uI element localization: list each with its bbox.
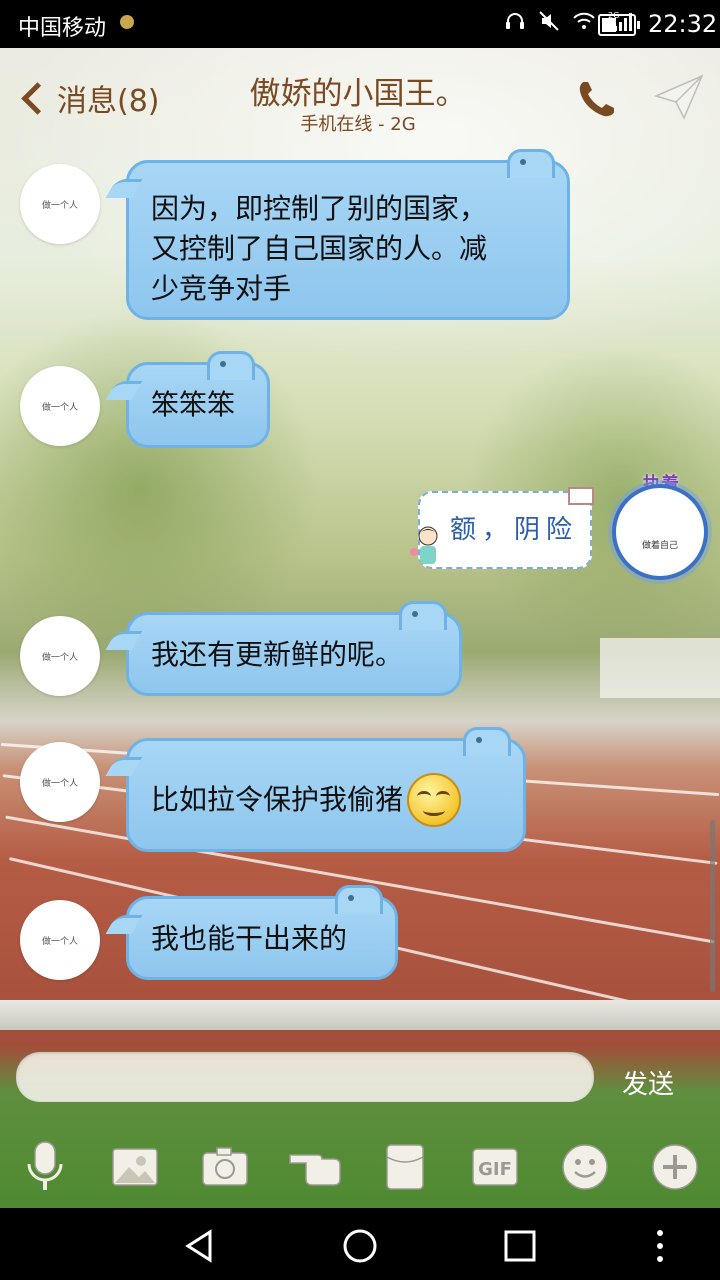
status-bar: 中国移动 2G 22:32 (0, 0, 720, 48)
carrier-name: 中国移动 (18, 16, 107, 41)
camera-icon[interactable] (198, 1140, 252, 1194)
plus-icon[interactable] (648, 1140, 702, 1194)
message-line: 我也能干出来的 (151, 922, 348, 955)
chat-header: 消息(8) 傲娇的小国王。 手机在线 - 2G (0, 48, 720, 148)
avatar-text: 做一个人 (41, 402, 78, 413)
smirk-face-icon (407, 773, 462, 827)
microphone-icon[interactable] (18, 1140, 72, 1194)
battery-icon (598, 14, 640, 36)
contact-avatar[interactable]: 做一个人 (20, 616, 100, 696)
envelope-icon (568, 487, 594, 505)
avatar-text: 做一个人 (41, 652, 78, 663)
my-avatar[interactable]: 做着自己 (612, 484, 708, 580)
wifi-icon (573, 12, 595, 29)
message-bubble[interactable]: 笨笨笨 (105, 351, 270, 448)
gif-label: GIF (478, 1159, 512, 1180)
message-input[interactable] (16, 1052, 594, 1102)
curb (0, 1000, 720, 1030)
contact-avatar[interactable]: 做一个人 (20, 742, 100, 822)
contact-avatar[interactable]: 做一个人 (20, 900, 100, 980)
avatar-text: 做一个人 (41, 200, 78, 211)
message-bubble[interactable]: 我也能干出来的 (105, 885, 398, 980)
message-line: 额，阴险 (450, 515, 579, 545)
send-file-icon[interactable] (652, 72, 706, 122)
avatar-text: 做着自己 (641, 541, 678, 551)
bubble-ears (507, 149, 555, 178)
bubble-ears (335, 885, 383, 914)
building (600, 638, 720, 698)
message-line: 我还有更新鲜的呢。 (151, 638, 404, 671)
message-bubble[interactable]: 比如拉令保护我偷猪 (105, 727, 526, 852)
scrollbar[interactable] (710, 820, 715, 992)
picture-icon[interactable] (108, 1140, 162, 1194)
more-vertical-icon[interactable] (640, 1226, 680, 1266)
message-line: 比如拉令保护我偷猪 (151, 783, 404, 816)
headset-icon (506, 13, 524, 29)
gif-icon[interactable]: GIF (468, 1140, 522, 1194)
poke-hand-icon[interactable] (288, 1140, 342, 1194)
input-toolbar: GIF (0, 1140, 720, 1200)
bubble-ears (463, 727, 511, 756)
phone-call-icon[interactable] (574, 78, 618, 122)
avatar-text: 做一个人 (41, 778, 78, 789)
send-button[interactable]: 发送 (622, 1064, 674, 1101)
sent-message-bubble[interactable]: 额，阴险 (418, 487, 594, 569)
emoji-mouth (423, 805, 446, 816)
contact-avatar[interactable]: 做一个人 (20, 164, 100, 244)
home-circle-icon[interactable] (340, 1226, 380, 1266)
message-line: 少竞争对手 (151, 272, 292, 305)
bubble-ears (207, 351, 255, 380)
message-line: 又控制了自己国家的人。减 (151, 232, 488, 265)
message-line: 笨笨笨 (151, 388, 236, 421)
mute-icon (539, 11, 559, 31)
emoji-icon[interactable] (558, 1140, 612, 1194)
message-bubble[interactable]: 因为，即控制了别的国家， 又控制了自己国家的人。减 少竞争对手 (105, 149, 570, 320)
battery-fill (602, 18, 616, 32)
red-envelope-icon[interactable] (378, 1140, 432, 1194)
message-line: 因为，即控制了别的国家， (151, 192, 488, 225)
carrier-badge-icon (120, 15, 134, 29)
input-bar: 发送 (0, 1040, 720, 1120)
bubble-ears (399, 601, 447, 630)
contact-avatar[interactable]: 做一个人 (20, 366, 100, 446)
avatar-text: 做一个人 (41, 936, 78, 947)
girl-sticker-icon (410, 526, 438, 564)
back-triangle-icon[interactable] (180, 1226, 220, 1266)
recents-square-icon[interactable] (500, 1226, 540, 1266)
message-content: 比如拉令保护我偷猪 (151, 773, 501, 827)
message-bubble[interactable]: 我还有更新鲜的呢。 (105, 601, 462, 696)
system-nav-bar (0, 1208, 720, 1280)
clock: 22:32 (648, 10, 718, 38)
